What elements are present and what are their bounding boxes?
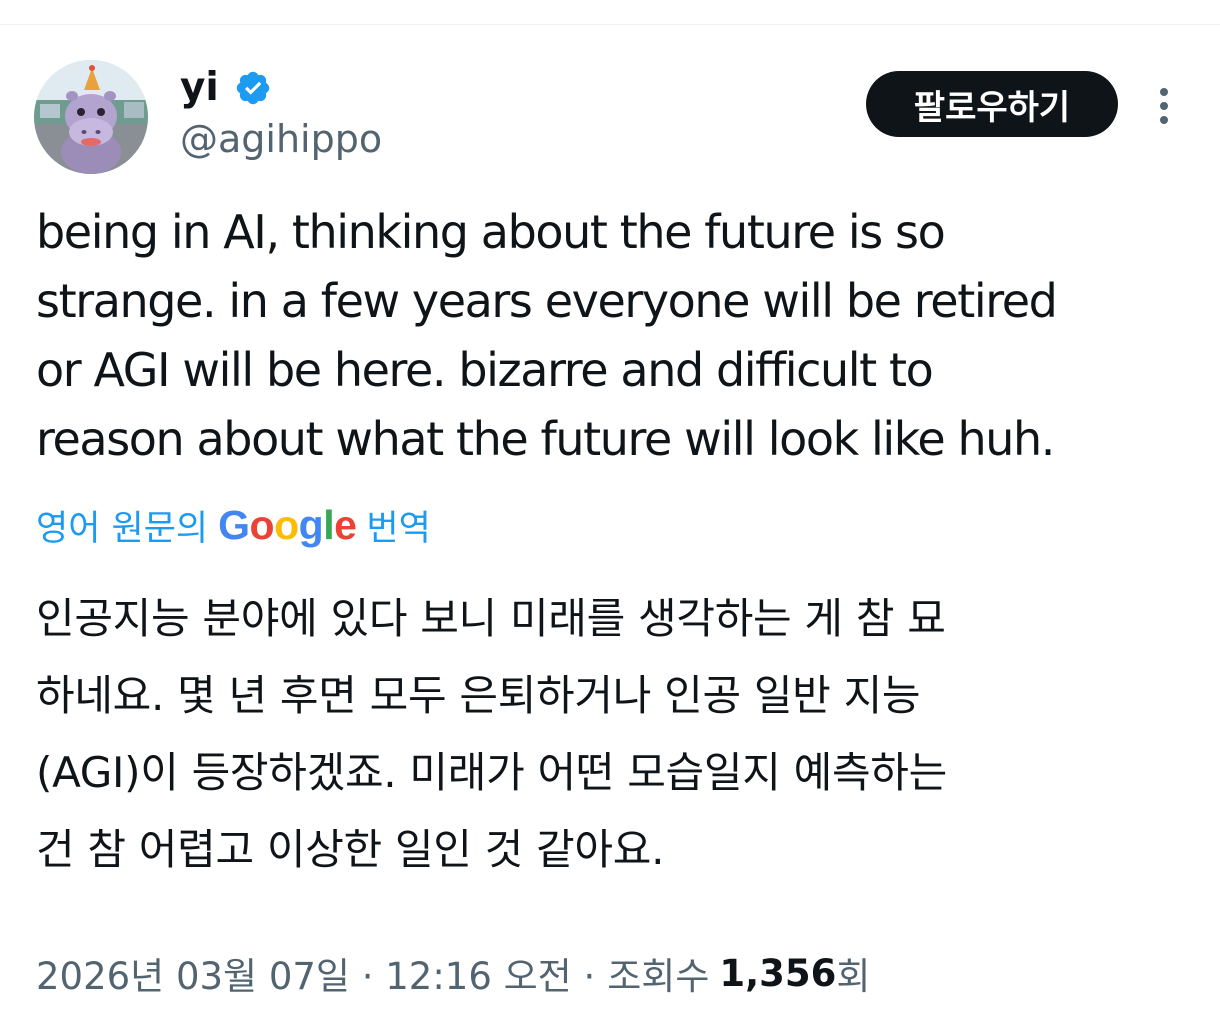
views-label: 조회수 <box>607 955 710 998</box>
translation-prefix: 영어 원문의 <box>36 508 209 549</box>
timestamp[interactable]: 2026년 03월 07일 · 12:16 오전 · <box>36 946 595 1000</box>
views-suffix: 회 <box>836 955 871 998</box>
views-count: 1,356 <box>719 951 837 995</box>
tweet-text: being in AI, thinking about the future i… <box>36 205 1058 466</box>
follow-button[interactable]: 팔로우하기 <box>866 71 1118 137</box>
top-divider <box>0 24 1220 25</box>
tweet-page: yi @agihippo 팔로우하기 being in AI, thinking… <box>0 0 1220 1019</box>
tweet-meta: 2026년 03월 07일 · 12:16 오전 · 조회수 1,356 회 <box>36 944 870 1002</box>
more-vertical-icon[interactable] <box>1150 84 1178 128</box>
user-handle[interactable]: @agihippo <box>180 114 382 164</box>
hippo-avatar[interactable] <box>34 60 148 174</box>
translation-suffix: 번역 <box>366 508 431 549</box>
translated-text: 인공지능 분야에 있다 보니 미래를 생각하는 게 참 묘 하네요. 몇 년 후… <box>36 594 947 874</box>
google-logo: Google <box>218 501 357 548</box>
avatar-image <box>34 60 148 174</box>
translation-link[interactable]: 영어 원문의 Google 번역 <box>36 498 431 552</box>
verified-badge-icon <box>236 71 270 105</box>
display-name[interactable]: yi <box>180 64 219 112</box>
